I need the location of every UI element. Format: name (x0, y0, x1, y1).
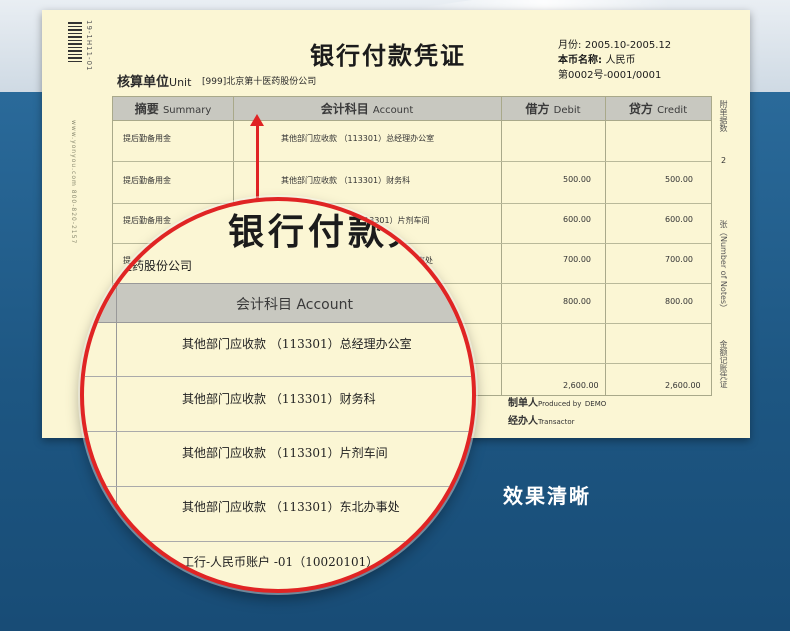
handler-line: 经办人Transactor (508, 412, 575, 427)
total-credit: 2,600.00 (665, 381, 701, 390)
bookkeeping-label: 金额记账凭证 (719, 340, 728, 388)
period-label: 月份: (558, 40, 582, 51)
header-account: 会计科目 Account (233, 97, 501, 121)
row-credit: 700.00 (665, 255, 693, 264)
magnified-unit-text: 十医药股份公司 (108, 259, 193, 273)
row-credit: 600.00 (665, 215, 693, 224)
notes-label: 张（Number of Notes） (719, 220, 728, 313)
unit-label: 核算单位Unit (117, 71, 191, 90)
magnified-divider (116, 283, 117, 589)
maker-en: Produced by (538, 400, 582, 408)
total-debit: 2,600.00 (563, 381, 599, 390)
magnified-row-divider (84, 541, 472, 542)
row-summary: 提后勤备用金 (123, 134, 171, 143)
header-credit: 贷方 Credit (605, 97, 711, 121)
header-account-en: Account (372, 105, 414, 116)
voucher-number: 第0002号-0001/0001 (558, 70, 662, 81)
unit-value: [999]北京第十医药股份公司 (202, 77, 317, 87)
row-summary: 提后勤备用金 (123, 176, 171, 185)
magnified-header-en: Account (296, 297, 353, 313)
row-debit: 700.00 (563, 255, 591, 264)
header-debit-cn: 借方 (525, 102, 550, 116)
barcode-icon (68, 22, 82, 62)
table-divider (605, 97, 606, 395)
table-divider (501, 97, 502, 395)
magnified-row-divider (84, 376, 472, 377)
handler-en: Transactor (538, 418, 575, 426)
row-debit: 500.00 (563, 175, 591, 184)
row-debit: 600.00 (563, 215, 591, 224)
maker-value: DEMO (584, 400, 607, 408)
currency-label: 本币名称: (558, 55, 602, 66)
voucher-info-box: 月份: 2005.10-2005.12 本币名称: 人民币 第0002号-000… (558, 38, 671, 83)
header-summary-cn: 摘要 (134, 102, 159, 116)
header-credit-cn: 贷方 (628, 102, 653, 116)
row-summary: 提后勤备用金 (123, 216, 171, 225)
period-value: 2005.10-2005.12 (584, 40, 672, 51)
row-account: 其他部门应收款 （113301）总经理办公室 (281, 134, 435, 143)
maker-line: 制单人Produced by DEMO (508, 394, 606, 409)
attach-label: 附单据数 (719, 100, 728, 132)
magnified-row: 其他部门应收款 （113301）片剂车间 (182, 446, 388, 460)
voucher-title: 银行付款凭证 (310, 41, 466, 70)
magnified-row-divider (84, 431, 472, 432)
magnified-row: 工行-人民币账户 -01（10020101） (182, 555, 379, 569)
effect-caption: 效果清晰 (503, 484, 591, 508)
header-summary-en: Summary (162, 105, 212, 116)
row-account: 其他部门应收款 （113301）财务科 (281, 176, 411, 185)
currency-value: 人民币 (605, 55, 636, 66)
magnifier-circle: 银行付款凭 第十医药股份公司 会计科目 Account 其他部门应收款 （113… (80, 197, 476, 593)
header-account-cn: 会计科目 (320, 102, 369, 116)
period-line: 月份: 2005.10-2005.12 (558, 38, 671, 53)
header-summary: 摘要 Summary (113, 97, 233, 121)
magnified-header-cn: 会计科目 (236, 297, 292, 313)
header-debit: 借方 Debit (501, 97, 605, 121)
maker-label: 制单人 (508, 398, 538, 409)
magnified-row-divider (84, 486, 472, 487)
magnified-unit: 第十医药股份公司 (96, 257, 192, 274)
handler-label: 经办人 (508, 416, 538, 427)
magnified-unit-prefix: 第 (96, 259, 109, 273)
header-credit-en: Credit (657, 105, 688, 116)
unit-label-en: Unit (169, 76, 192, 89)
magnified-header-text: 会计科目 Account (236, 294, 353, 314)
row-credit: 800.00 (665, 297, 693, 306)
currency-line: 本币名称: 人民币 (558, 53, 671, 68)
unit-label-cn: 核算单位 (117, 75, 170, 90)
arrow-shaft (256, 124, 259, 200)
row-divider (113, 161, 711, 162)
row-debit: 800.00 (563, 297, 591, 306)
magnified-row: 其他部门应收款 （113301）财务科 (182, 392, 376, 406)
voucher-serial: 19-1H11-01 (85, 20, 93, 72)
side-vertical-text: www.yonyou.com 800-820-2157 (70, 120, 77, 245)
header-debit-en: Debit (553, 105, 581, 116)
row-credit: 500.00 (665, 175, 693, 184)
attach-count: 2 (721, 156, 727, 165)
magnified-title: 银行付款凭 (228, 211, 429, 253)
magnified-row: 其他部门应收款 （113301）东北办事处 (182, 500, 400, 514)
magnified-row: 其他部门应收款 （113301）总经理办公室 (182, 337, 412, 351)
